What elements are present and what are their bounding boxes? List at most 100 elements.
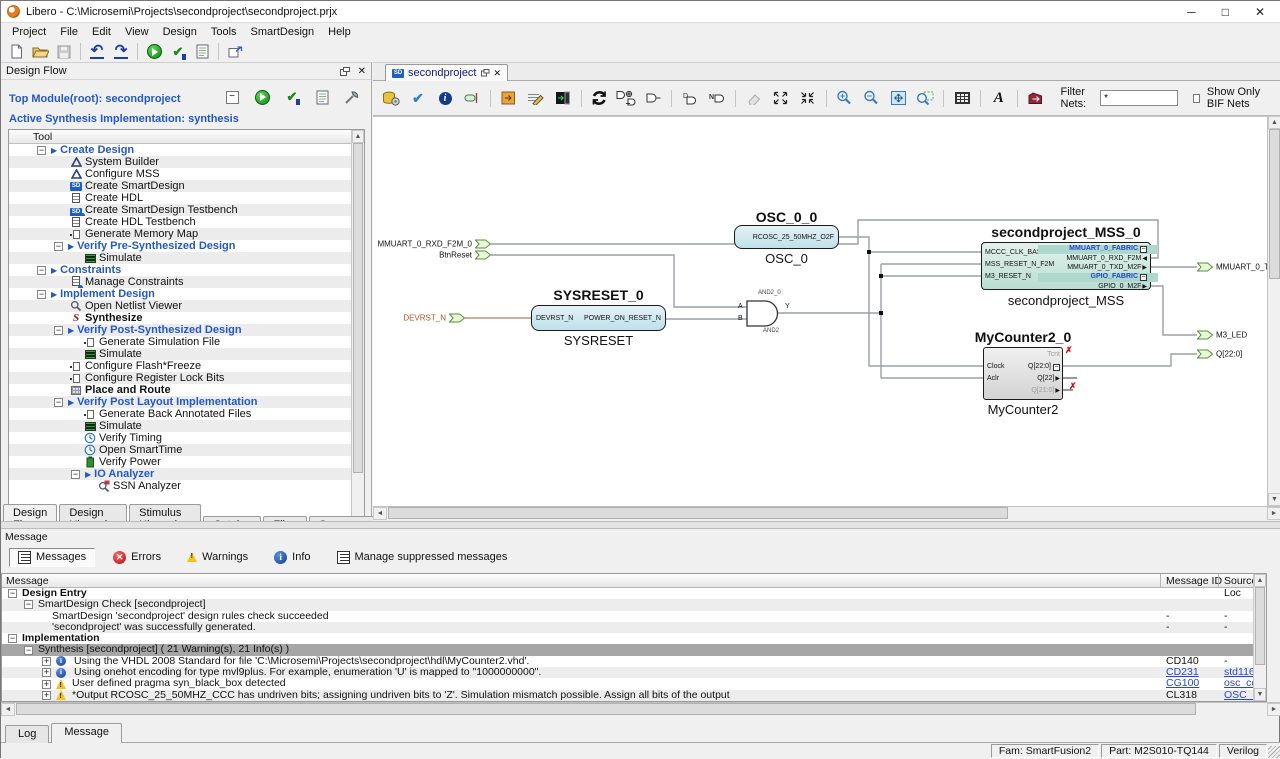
scroll-left-icon[interactable]: ◄ [373, 507, 387, 520]
column-message[interactable]: Message [6, 575, 49, 587]
add-note-icon[interactable] [460, 85, 484, 111]
expand-collapse-icon[interactable]: − [8, 589, 17, 598]
verify-ok-icon[interactable]: ✔ [167, 42, 189, 62]
menu-help[interactable]: Help [321, 25, 358, 39]
flow-tree-item-simulate[interactable]: Simulate [9, 420, 364, 432]
flow-tree-item-constraints[interactable]: −▶Constraints [9, 264, 364, 276]
flow-tree-item-open-smarttime[interactable]: Open SmartTime [9, 444, 364, 456]
undo-icon[interactable]: ↶ [86, 42, 108, 62]
flow-tree-item-create-smartdesign[interactable]: SDCreate SmartDesign [9, 180, 364, 192]
zoom-out-icon[interactable] [859, 85, 883, 111]
flow-tree-item-generate-back-annotated-files[interactable]: Generate Back Annotated Files [9, 408, 364, 420]
menu-design[interactable]: Design [156, 25, 204, 39]
flow-tree-item-create-hdl-testbench[interactable]: Create HDL Testbench [9, 216, 364, 228]
input-port-devrst-n[interactable]: DEVRST_N [403, 314, 465, 323]
memory-map-icon[interactable] [497, 85, 521, 111]
canvas-horizontal-scrollbar[interactable]: ◄ ► [373, 506, 1280, 519]
expand-collapse-icon[interactable]: − [54, 242, 63, 251]
instance-title-mycounter2[interactable]: MyCounter2_0 [968, 329, 1078, 345]
resize-grip[interactable] [1268, 746, 1280, 758]
instance-mss[interactable]: MCCC_CLK_BASEMSS_RESET_N_F2MM3_RESET_N M… [981, 242, 1151, 290]
message-id-cell[interactable]: CD231 [1166, 667, 1216, 678]
menu-file[interactable]: File [53, 25, 85, 39]
design-flow-scrollbar[interactable]: ▲ ▼ [351, 130, 364, 559]
instance-title-and2[interactable]: AND2_0 [758, 290, 781, 296]
warnings-button[interactable]: Warnings [179, 549, 256, 565]
message-row[interactable]: +iUsing the VHDL 2008 Standard for file … [2, 656, 1266, 667]
menu-smartdesign[interactable]: SmartDesign [244, 25, 322, 39]
message-row[interactable]: +User defined pragma syn_black_box detec… [2, 678, 1266, 689]
open-project-icon[interactable] [29, 42, 51, 62]
expand-collapse-icon[interactable]: − [24, 646, 33, 655]
scroll-left-icon[interactable]: ◄ [1, 703, 15, 716]
simulate-testbench-icon[interactable] [551, 85, 575, 111]
scroll-down-icon[interactable]: ▼ [1254, 688, 1266, 701]
menu-tools[interactable]: Tools [204, 25, 244, 39]
flow-tree-item-manage-constraints[interactable]: Manage Constraints [9, 276, 364, 288]
instance-title-mss[interactable]: secondproject_MSS_0 [981, 224, 1151, 240]
float-panel-icon[interactable] [340, 67, 350, 76]
manage-suppressed-messages-button[interactable]: Manage suppressed messages [329, 549, 516, 566]
tab-secondproject[interactable]: SD secondproject ✕ [385, 64, 508, 81]
flow-tree-item-synthesize[interactable]: SSynthesize [9, 312, 364, 324]
configure-tools-icon[interactable] [341, 87, 363, 107]
expand-collapse-icon[interactable]: − [37, 290, 46, 299]
flow-tree-item-verify-post-layout-implementation[interactable]: −▶Verify Post Layout Implementation [9, 396, 364, 408]
and2-pin-b[interactable]: B [738, 315, 743, 322]
flow-tree-item-configure-flash-freeze[interactable]: Configure Flash*Freeze [9, 360, 364, 372]
output-port-q-22-0-[interactable]: Q[22:0] [1197, 350, 1242, 359]
expand-collapse-icon[interactable]: + [42, 691, 51, 700]
scroll-up-icon[interactable]: ▲ [352, 130, 364, 143]
run-flow-icon[interactable] [251, 87, 273, 107]
scroll-right-icon[interactable]: ► [1267, 507, 1280, 520]
close-button[interactable]: ✕ [1255, 5, 1265, 19]
pin-power-on-reset-n[interactable]: POWER_ON_RESET_N [584, 313, 661, 325]
connect-gates-icon[interactable] [614, 85, 638, 111]
column-message-id[interactable]: Message ID [1166, 575, 1222, 587]
message-row[interactable]: −Implementation [2, 633, 1266, 644]
message-row[interactable]: 'secondproject' was successfully generat… [2, 622, 1266, 633]
pin-q-22-0-[interactable]: Q[22:0]− [1000, 361, 1060, 373]
message-row[interactable]: −SmartDesign Check [secondproject] [2, 599, 1266, 610]
close-panel-icon[interactable]: ✕ [358, 66, 366, 77]
horizontal-splitter[interactable] [1, 521, 1280, 529]
flow-tree-item-io-analyzer[interactable]: −▶IO Analyzer [9, 468, 364, 480]
flow-tree-item-simulate[interactable]: Simulate [9, 348, 364, 360]
pin-gpio-0-m2f[interactable]: GPIO_0_M2F▶ [1038, 282, 1148, 291]
expand-collapse-icon[interactable]: − [54, 398, 63, 407]
expand-collapse-icon[interactable]: − [54, 326, 63, 335]
flow-tree-item-verify-power[interactable]: Verify Power [9, 456, 364, 468]
scroll-up-icon[interactable]: ▲ [1268, 116, 1280, 129]
input-port-mmuart-0-rxd-f2m-0[interactable]: MMUART_0_RXD_F2M_0 [377, 240, 491, 249]
pin-tcnt[interactable]: Tcnt [1000, 349, 1060, 361]
collapse-bif-icon[interactable]: − [1053, 364, 1060, 371]
generate-component-icon[interactable] [379, 85, 403, 111]
zoom-to-fit-icon[interactable] [886, 85, 910, 111]
check-design-rules-icon[interactable]: ✔ [406, 85, 430, 111]
menu-project[interactable]: Project [5, 25, 53, 39]
pin-rcosc-25-50mhz-o2f[interactable]: RCOSC_25_50MHZ_O2F [753, 232, 834, 244]
message-vertical-scrollbar[interactable]: ▲ ▼ [1253, 574, 1266, 701]
flow-tree-item-verify-post-synthesized-design[interactable]: −▶Verify Post-Synthesized Design [9, 324, 364, 336]
menu-view[interactable]: View [118, 25, 156, 39]
instance-title-osc[interactable]: OSC_0_0 [734, 209, 839, 225]
eraser-icon[interactable] [742, 85, 766, 111]
scroll-right-icon[interactable]: ► [1267, 703, 1280, 716]
add-text-icon[interactable]: A [987, 85, 1011, 111]
tab-message[interactable]: Message [51, 723, 122, 743]
pin-q-22-[interactable]: Q[22]▶ [1000, 373, 1060, 385]
pin-q-21-0-[interactable]: Q[21:0]▶ [1000, 385, 1060, 397]
input-port-btnreset[interactable]: BtnReset [439, 251, 491, 260]
messages-button[interactable]: Messages [9, 548, 95, 567]
instance-osc[interactable]: RCOSC_25_50MHZ_O2F [734, 225, 839, 249]
scroll-up-icon[interactable]: ▲ [1254, 574, 1266, 587]
canvas-vertical-scrollbar[interactable]: ▲ ▼ [1267, 116, 1280, 506]
report-icon[interactable] [191, 42, 213, 62]
flow-tree-item-generate-memory-map[interactable]: Generate Memory Map [9, 228, 364, 240]
report-flow-icon[interactable] [311, 87, 333, 107]
flow-tree-item-system-builder[interactable]: System Builder [9, 156, 364, 168]
promote-gate-icon[interactable]: D [678, 85, 702, 111]
disconnect-gate-icon[interactable] [641, 85, 665, 111]
message-row[interactable]: −Synthesis [secondproject] ( 21 Warning(… [2, 644, 1266, 655]
filter-nets-input[interactable] [1100, 90, 1178, 106]
